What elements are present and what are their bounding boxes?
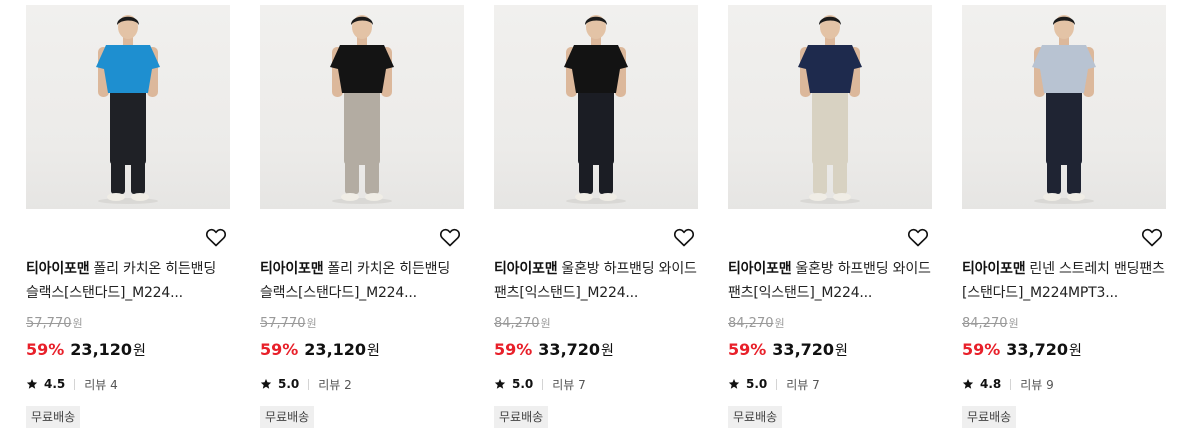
price-line: 59% 33,720원 — [962, 338, 1082, 363]
discount-rate: 59% — [728, 340, 767, 359]
product-card[interactable]: 티아이포맨 린넨 스트레치 밴딩팬츠[스탠다드]_M224MPT3... 84,2… — [962, 0, 1166, 441]
original-price: 84,270원 — [962, 315, 1019, 333]
discount-rate: 59% — [962, 340, 1001, 359]
original-price-unit: 원 — [774, 317, 785, 330]
divider — [542, 378, 544, 390]
sale-price-unit: 원 — [601, 343, 614, 359]
price-line: 59% 23,120원 — [26, 338, 146, 363]
rating-row: 4.8 리뷰 9 — [962, 374, 1054, 394]
rating-row: 4.5 리뷰 4 — [26, 374, 118, 394]
divider — [74, 378, 76, 390]
brand-name: 티아이포맨 — [728, 261, 792, 277]
free-shipping-badge: 무료배송 — [494, 406, 549, 428]
original-price: 84,270원 — [494, 315, 551, 333]
brand-name: 티아이포맨 — [26, 261, 90, 277]
product-image[interactable] — [260, 5, 464, 209]
product-title[interactable]: 티아이포맨 린넨 스트레치 밴딩팬츠[스탠다드]_M224MPT3... — [962, 257, 1166, 305]
product-image[interactable] — [728, 5, 932, 209]
brand-name: 티아이포맨 — [962, 261, 1026, 277]
product-card[interactable]: 티아이포맨 울혼방 하프밴딩 와이드 팬츠[익스탠드]_M224... 84,27… — [494, 0, 698, 441]
product-image[interactable] — [494, 5, 698, 209]
original-price-value: 84,270 — [728, 316, 774, 331]
rating-score: 5.0 — [512, 377, 534, 391]
review-count: 리뷰 4 — [84, 377, 118, 392]
divider — [308, 378, 310, 390]
divider — [1010, 378, 1012, 390]
review-count: 리뷰 7 — [786, 377, 820, 392]
sale-price-unit: 원 — [1069, 343, 1082, 359]
divider — [776, 378, 778, 390]
original-price-value: 84,270 — [962, 316, 1008, 331]
sale-price: 23,120 — [304, 340, 367, 359]
price-line: 59% 23,120원 — [260, 338, 380, 363]
heart-outline-icon[interactable] — [672, 225, 696, 249]
rating-score: 4.5 — [44, 377, 66, 391]
original-price-value: 57,770 — [26, 316, 72, 331]
product-card[interactable]: 티아이포맨 폴리 카치온 히든밴딩 슬랙스[스탠다드]_M224... 57,77… — [26, 0, 230, 441]
star-icon — [728, 378, 740, 390]
original-price: 57,770원 — [26, 315, 83, 333]
product-image[interactable] — [26, 5, 230, 209]
original-price-unit: 원 — [72, 317, 83, 330]
product-card[interactable]: 티아이포맨 폴리 카치온 히든밴딩 슬랙스[스탠다드]_M224... 57,77… — [260, 0, 464, 441]
rating-score: 4.8 — [980, 377, 1002, 391]
product-title[interactable]: 티아이포맨 울혼방 하프밴딩 와이드 팬츠[익스탠드]_M224... — [728, 257, 932, 305]
price-line: 59% 33,720원 — [494, 338, 614, 363]
review-count: 리뷰 9 — [1020, 377, 1054, 392]
sale-price: 33,720 — [1006, 340, 1069, 359]
rating-row: 5.0 리뷰 7 — [494, 374, 586, 394]
product-grid: 티아이포맨 폴리 카치온 히든밴딩 슬랙스[스탠다드]_M224... 57,77… — [0, 0, 1180, 441]
sale-price-unit: 원 — [367, 343, 380, 359]
discount-rate: 59% — [494, 340, 533, 359]
sale-price: 33,720 — [538, 340, 601, 359]
sale-price: 33,720 — [772, 340, 835, 359]
original-price: 84,270원 — [728, 315, 785, 333]
product-image[interactable] — [962, 5, 1166, 209]
review-count: 리뷰 2 — [318, 377, 352, 392]
original-price-value: 84,270 — [494, 316, 540, 331]
heart-outline-icon[interactable] — [438, 225, 462, 249]
original-price-unit: 원 — [1008, 317, 1019, 330]
discount-rate: 59% — [260, 340, 299, 359]
heart-outline-icon[interactable] — [906, 225, 930, 249]
free-shipping-badge: 무료배송 — [962, 406, 1017, 428]
brand-name: 티아이포맨 — [260, 261, 324, 277]
rating-score: 5.0 — [746, 377, 768, 391]
star-icon — [962, 378, 974, 390]
product-title[interactable]: 티아이포맨 울혼방 하프밴딩 와이드 팬츠[익스탠드]_M224... — [494, 257, 698, 305]
product-title[interactable]: 티아이포맨 폴리 카치온 히든밴딩 슬랙스[스탠다드]_M224... — [26, 257, 230, 305]
sale-price-unit: 원 — [133, 343, 146, 359]
product-card[interactable]: 티아이포맨 울혼방 하프밴딩 와이드 팬츠[익스탠드]_M224... 84,27… — [728, 0, 932, 441]
star-icon — [260, 378, 272, 390]
heart-outline-icon[interactable] — [1140, 225, 1164, 249]
brand-name: 티아이포맨 — [494, 261, 558, 277]
original-price: 57,770원 — [260, 315, 317, 333]
free-shipping-badge: 무료배송 — [260, 406, 315, 428]
sale-price-unit: 원 — [835, 343, 848, 359]
heart-outline-icon[interactable] — [204, 225, 228, 249]
star-icon — [494, 378, 506, 390]
rating-row: 5.0 리뷰 7 — [728, 374, 820, 394]
free-shipping-badge: 무료배송 — [26, 406, 81, 428]
price-line: 59% 33,720원 — [728, 338, 848, 363]
rating-row: 5.0 리뷰 2 — [260, 374, 352, 394]
sale-price: 23,120 — [70, 340, 133, 359]
free-shipping-badge: 무료배송 — [728, 406, 783, 428]
original-price-unit: 원 — [540, 317, 551, 330]
rating-score: 5.0 — [278, 377, 300, 391]
product-title[interactable]: 티아이포맨 폴리 카치온 히든밴딩 슬랙스[스탠다드]_M224... — [260, 257, 464, 305]
star-icon — [26, 378, 38, 390]
original-price-unit: 원 — [306, 317, 317, 330]
original-price-value: 57,770 — [260, 316, 306, 331]
review-count: 리뷰 7 — [552, 377, 586, 392]
discount-rate: 59% — [26, 340, 65, 359]
